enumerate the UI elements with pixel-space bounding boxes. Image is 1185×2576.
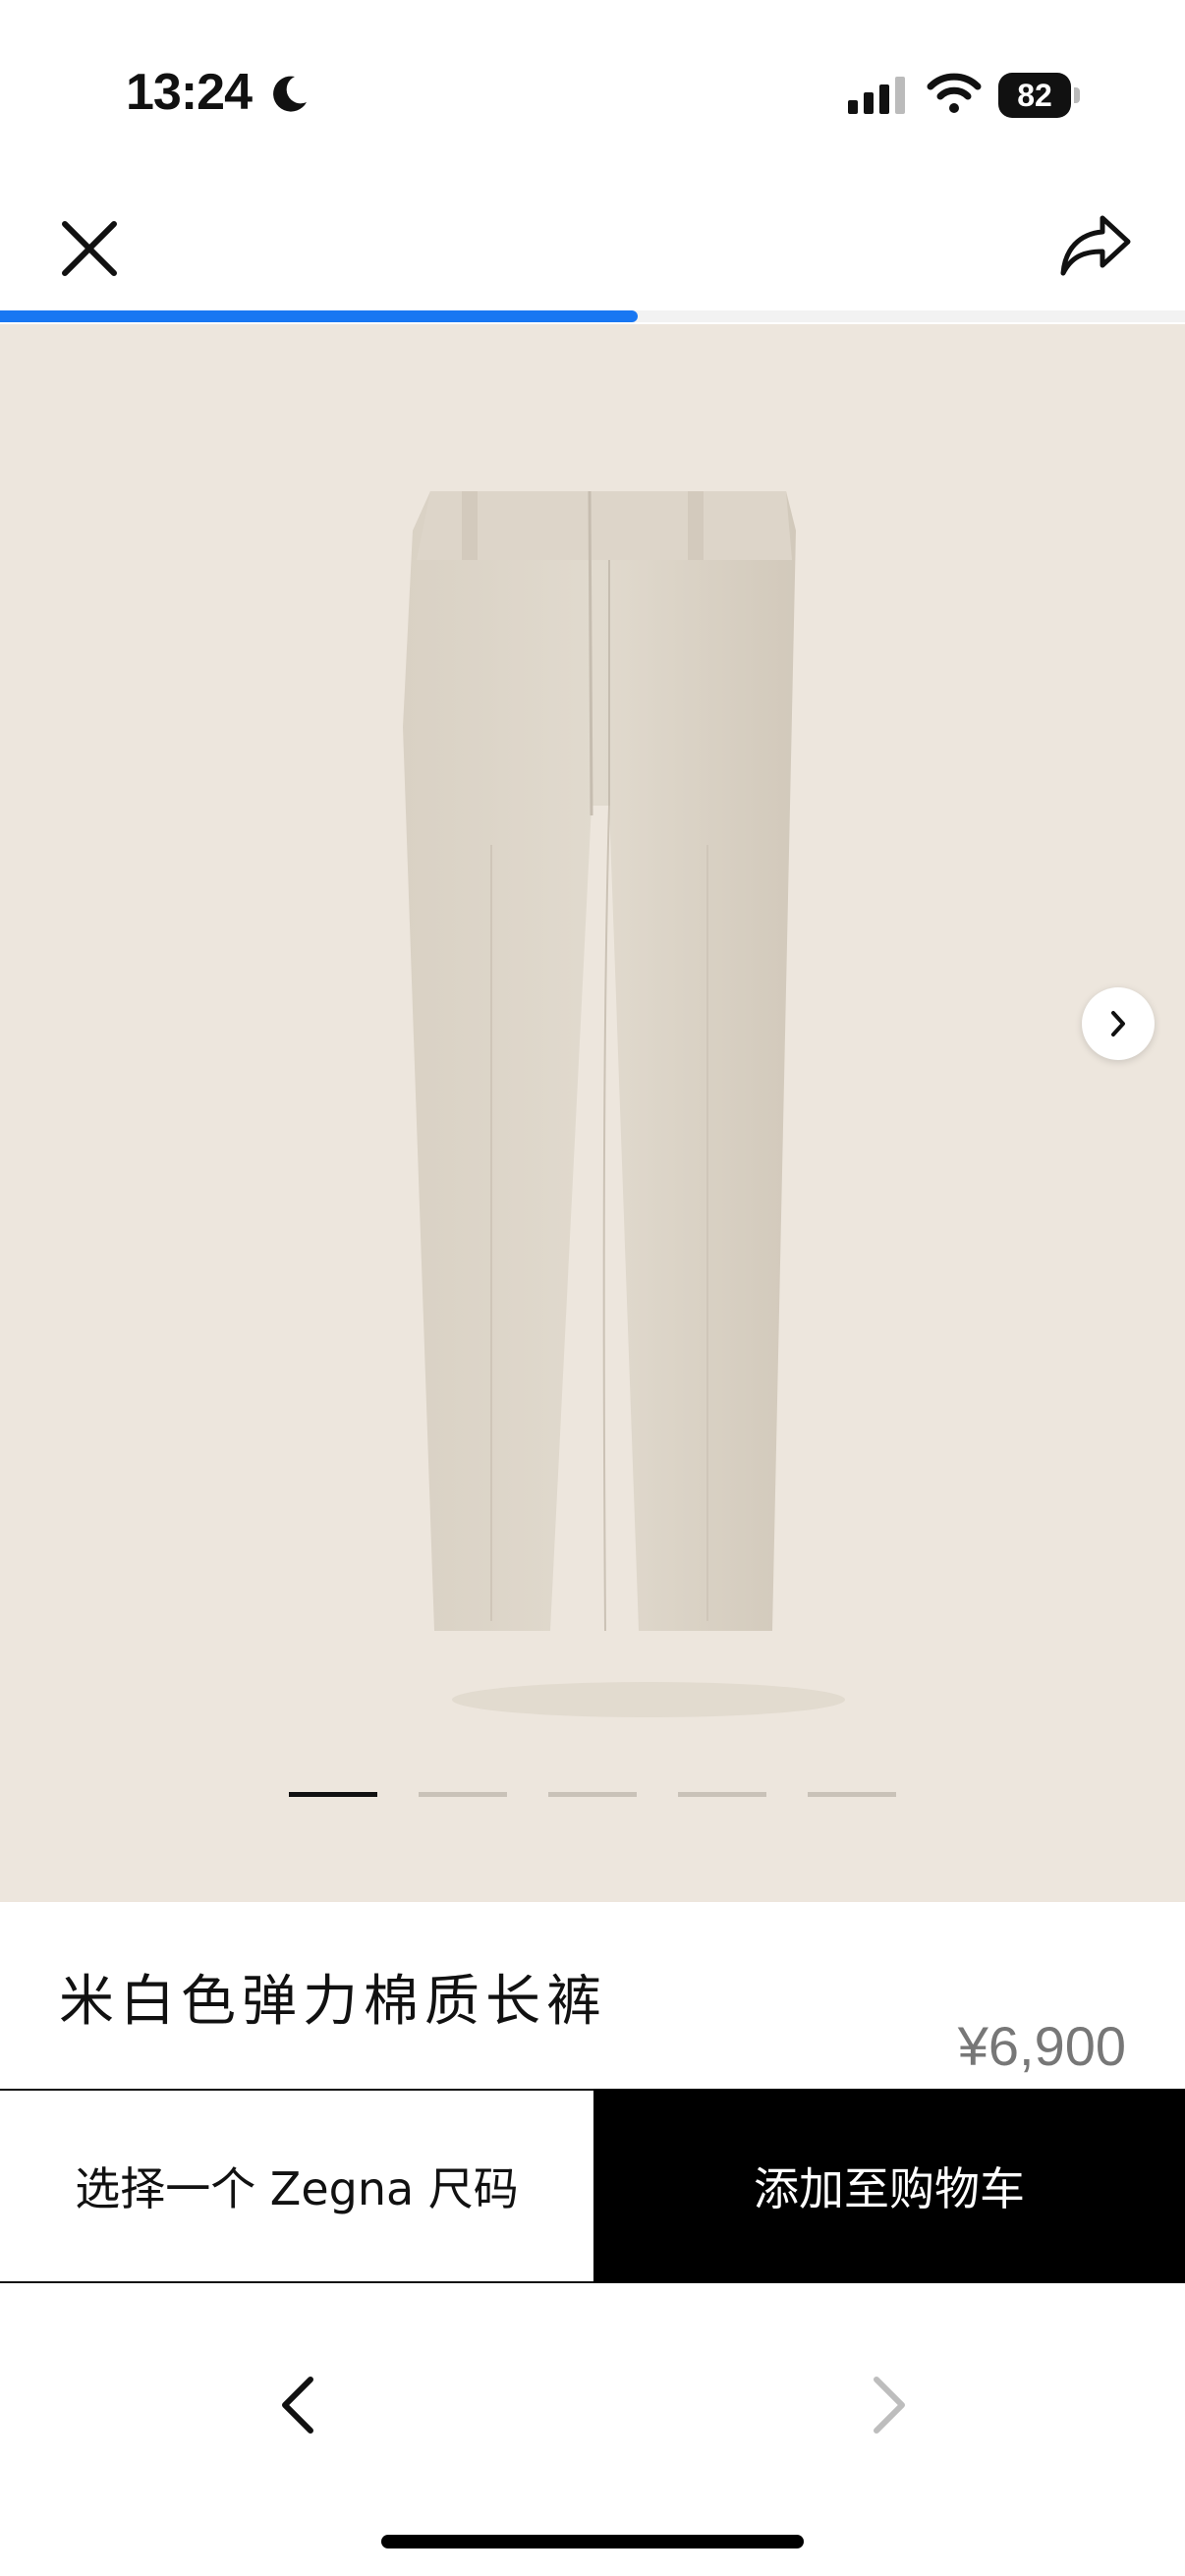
pagination-dot[interactable] [808, 1792, 896, 1797]
pagination-dot[interactable] [419, 1792, 507, 1797]
product-title: 米白色弹力棉质长裤 [59, 1970, 607, 2034]
product-price: ¥6,900 [957, 2015, 1126, 2077]
battery-indicator: 82 [998, 73, 1081, 118]
share-icon[interactable] [1057, 210, 1134, 281]
status-time: 13:24 [126, 64, 253, 121]
product-image [403, 491, 845, 1717]
moon-icon [273, 76, 307, 112]
pagination-dot[interactable] [678, 1792, 766, 1797]
pagination-dot[interactable] [289, 1792, 377, 1797]
pagination-dot[interactable] [548, 1792, 637, 1797]
next-image-button[interactable] [1082, 987, 1155, 1060]
battery-tip [1074, 87, 1080, 103]
wifi-icon [927, 73, 982, 113]
home-indicator [381, 2535, 804, 2548]
product-image-gallery[interactable] [0, 324, 1185, 1902]
add-to-cart-button[interactable]: 添加至购物车 [593, 2089, 1185, 2283]
status-bar: 13:24 82 [0, 0, 1185, 187]
cellular-signal-icon [848, 77, 905, 114]
image-pagination [289, 1792, 898, 1798]
forward-icon[interactable] [865, 2374, 914, 2436]
select-size-button[interactable]: 选择一个 Zegna 尺码 [0, 2089, 593, 2283]
close-icon[interactable] [55, 214, 124, 283]
loading-progress-bar [0, 310, 638, 322]
back-icon[interactable] [273, 2374, 322, 2436]
battery-level: 82 [998, 73, 1071, 118]
action-bar: 选择一个 Zegna 尺码 添加至购物车 [0, 2089, 1185, 2283]
